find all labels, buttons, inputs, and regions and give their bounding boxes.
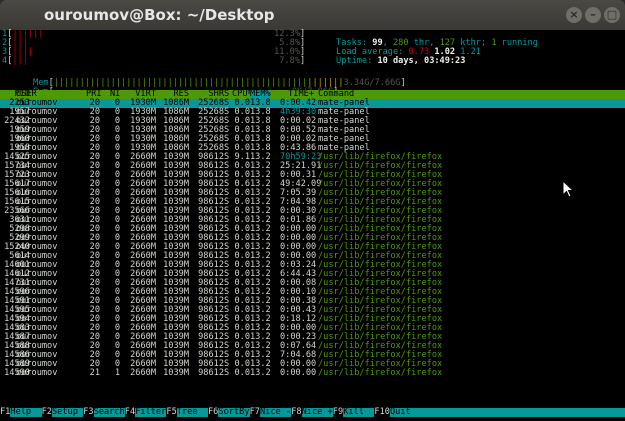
fkey-label-nice-[interactable]: Nice +	[302, 408, 333, 417]
fkey-f10[interactable]: F10	[374, 408, 390, 417]
function-key-bar: F1 Help F2 Setup F3 Search F4 Filter F5 Tree F6 Sor…	[0, 408, 625, 417]
fkey-f1[interactable]: F1	[0, 408, 11, 417]
uptime: Uptime: 10 days, 03:49:23	[336, 56, 466, 66]
fkey-label-kill[interactable]: Kill	[343, 408, 364, 417]
fkey-label-tree[interactable]: Tree	[177, 408, 198, 417]
swap-meter: Swp[0K/7.86G]	[2, 79, 338, 97]
cell-time-: 0:00.00	[280, 368, 317, 378]
fkey-f3[interactable]: F3	[83, 408, 94, 417]
cpu-meter-4: 4[||| 7.8%]	[2, 56, 306, 66]
close-icon[interactable]: ×	[566, 7, 582, 23]
fkey-f7[interactable]: F7	[249, 408, 260, 417]
minimize-icon[interactable]: –	[585, 7, 601, 23]
cpu-percent: 7.8%	[279, 56, 300, 66]
tasks-line: Tasks: 99, 280 thr, 127 kthr; 1 running	[336, 38, 538, 48]
load-average: Load average: 0.73 1.02 1.21	[336, 47, 481, 57]
fkey-f8[interactable]: F8	[291, 408, 302, 417]
fkey-label-setup[interactable]: Setup	[52, 408, 78, 417]
cell-virt: 2660M	[130, 368, 156, 378]
fkey-label-nice-[interactable]: Nice -	[260, 408, 291, 417]
maximize-icon[interactable]: □	[604, 7, 620, 23]
fkey-f6[interactable]: F6	[208, 408, 219, 417]
process-row[interactable]: 14590 ouroumov 21 1 2660M 1039M 98612 S 0.0 13.2 0…	[0, 369, 625, 378]
mem-meter: Mem[||||||||||||||||||||||||||||||||||||…	[33, 78, 406, 88]
cell-cpu-: 0.0	[234, 368, 250, 378]
cell-mem-: 13.2	[250, 368, 271, 378]
window-title: ouroumov@Box: ~/Desktop	[44, 6, 275, 24]
cell-ni: 1	[114, 368, 120, 378]
fkey-label-help[interactable]: Help	[10, 408, 31, 417]
fkey-f2[interactable]: F2	[41, 408, 52, 417]
fkey-label-filter[interactable]: Filter	[135, 408, 166, 417]
terminal-window: ouroumov@Box: ~/Desktop × – □ 1[|||||| 12…	[0, 0, 625, 421]
fkey-label-search[interactable]: Search	[94, 408, 125, 417]
cell-command: /usr/lib/firefox/firefox	[318, 368, 443, 378]
fkey-f9[interactable]: F9	[332, 408, 344, 417]
cpu-percent: 11.0%	[274, 47, 300, 57]
cell-shr: 98612	[198, 368, 224, 378]
fkey-label-sortby[interactable]: SortBy	[218, 408, 249, 417]
cpu-percent: 5.8%	[279, 38, 300, 48]
fkey-f4[interactable]: F4	[124, 408, 136, 417]
fkey-f5[interactable]: F5	[166, 408, 177, 417]
fkey-label-quit[interactable]: Quit	[390, 408, 411, 417]
terminal-area[interactable]: 1[|||||| 12.3%] 2[||| 5.8%] 3[|||| 11.0%] 4[||…	[0, 30, 625, 421]
mouse-cursor-icon	[562, 180, 574, 198]
title-bar[interactable]: ouroumov@Box: ~/Desktop × – □	[0, 0, 625, 30]
cpu-percent: 12.3%	[274, 29, 300, 39]
cell-user: ouroumov	[16, 368, 58, 378]
cell-s: S	[224, 368, 230, 378]
mem-value: 3.34G/7.66G	[343, 78, 401, 88]
cell-res: 1039M	[163, 368, 189, 378]
cell-pri: 21	[89, 368, 100, 378]
